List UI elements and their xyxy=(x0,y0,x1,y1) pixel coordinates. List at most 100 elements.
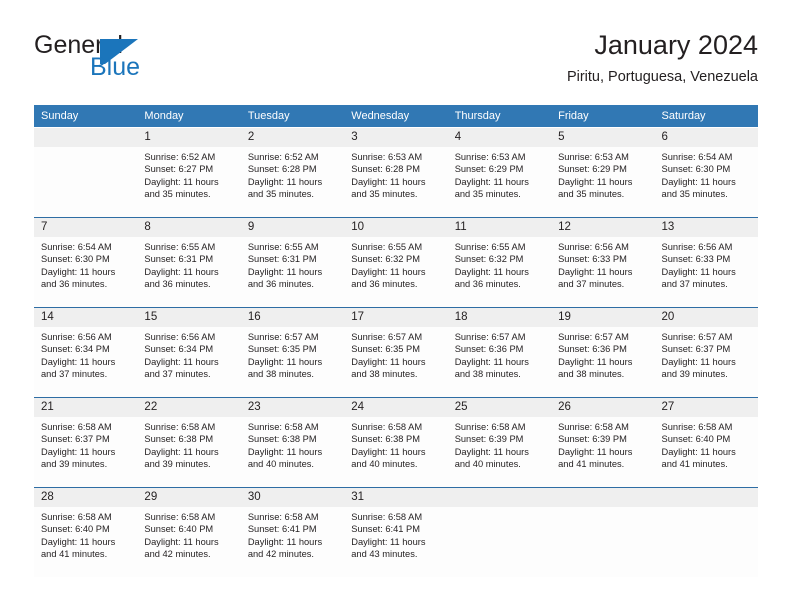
day-number[interactable]: 9 xyxy=(240,218,345,237)
day-cell[interactable]: Sunrise: 6:57 AM Sunset: 6:35 PM Daylight:… xyxy=(240,327,345,397)
day-number[interactable]: 30 xyxy=(240,488,345,507)
day-cell[interactable]: Sunrise: 6:55 AM Sunset: 6:31 PM Daylight:… xyxy=(240,237,345,307)
daylight-text-line2: and 40 minutes. xyxy=(351,459,418,470)
day-number[interactable]: 26 xyxy=(551,398,655,417)
day-cell[interactable]: Sunrise: 6:58 AM Sunset: 6:40 PM Daylight:… xyxy=(34,507,138,577)
day-number[interactable]: 18 xyxy=(447,308,552,327)
daylight-text-line2: and 38 minutes. xyxy=(351,369,418,380)
day-cell[interactable]: Sunrise: 6:55 AM Sunset: 6:31 PM Daylight:… xyxy=(137,237,241,307)
day-cell[interactable]: Sunrise: 6:54 AM Sunset: 6:30 PM Daylight:… xyxy=(654,147,758,217)
day-cell[interactable]: Sunrise: 6:58 AM Sunset: 6:40 PM Daylight:… xyxy=(137,507,241,577)
day-cell[interactable]: Sunrise: 6:53 AM Sunset: 6:29 PM Daylight:… xyxy=(551,147,655,217)
day-cell[interactable]: Sunrise: 6:53 AM Sunset: 6:29 PM Daylight:… xyxy=(447,147,552,217)
daylight-text-line1: Daylight: 11 hours xyxy=(144,356,219,367)
day-cell[interactable]: Sunrise: 6:56 AM Sunset: 6:33 PM Daylight:… xyxy=(551,237,655,307)
day-number[interactable]: 31 xyxy=(344,488,448,507)
sunrise-text: Sunrise: 6:58 AM xyxy=(41,512,112,522)
day-number[interactable]: 12 xyxy=(551,218,655,237)
day-cell[interactable]: Sunrise: 6:57 AM Sunset: 6:36 PM Daylight:… xyxy=(447,327,552,397)
page-subtitle: Piritu, Portuguesa, Venezuela xyxy=(566,69,758,85)
day-number[interactable]: 6 xyxy=(654,128,758,147)
day-number[interactable]: 29 xyxy=(137,488,241,507)
day-cell[interactable]: Sunrise: 6:55 AM Sunset: 6:32 PM Daylight:… xyxy=(447,237,552,307)
day-cell[interactable]: Sunrise: 6:56 AM Sunset: 6:34 PM Daylight:… xyxy=(137,327,241,397)
daylight-text-line2: and 39 minutes. xyxy=(661,369,728,380)
day-cell[interactable]: Sunrise: 6:53 AM Sunset: 6:28 PM Daylight:… xyxy=(344,147,448,217)
day-cell[interactable]: Sunrise: 6:57 AM Sunset: 6:36 PM Daylight:… xyxy=(551,327,655,397)
day-cell[interactable]: Sunrise: 6:58 AM Sunset: 6:38 PM Daylight:… xyxy=(240,417,345,487)
daylight-text-line2: and 35 minutes. xyxy=(351,189,418,200)
day-number[interactable]: 21 xyxy=(34,398,138,417)
sunrise-text: Sunrise: 6:57 AM xyxy=(247,332,319,342)
day-cell[interactable]: Sunrise: 6:57 AM Sunset: 6:35 PM Daylight:… xyxy=(344,327,448,397)
day-number[interactable]: 4 xyxy=(447,128,552,147)
day-number[interactable]: 11 xyxy=(447,218,552,237)
day-number[interactable]: 10 xyxy=(344,218,448,237)
day-cell[interactable]: Sunrise: 6:58 AM Sunset: 6:40 PM Daylight:… xyxy=(654,417,758,487)
sunset-text: Sunset: 6:38 PM xyxy=(247,434,317,445)
week-info-row: Sunrise: 6:56 AM Sunset: 6:34 PM Daylight:… xyxy=(34,327,758,397)
day-number[interactable]: 22 xyxy=(137,398,241,417)
day-number[interactable]: 3 xyxy=(344,128,448,147)
day-cell[interactable]: Sunrise: 6:58 AM Sunset: 6:41 PM Daylight:… xyxy=(240,507,345,577)
daylight-text-line2: and 35 minutes. xyxy=(247,189,314,200)
day-number[interactable]: 25 xyxy=(447,398,552,417)
daylight-text-line2: and 39 minutes. xyxy=(41,459,108,470)
daylight-text-line1: Daylight: 11 hours xyxy=(41,536,116,547)
day-number[interactable]: 27 xyxy=(654,398,758,417)
day-number[interactable]: 8 xyxy=(137,218,241,237)
day-number[interactable]: 17 xyxy=(344,308,448,327)
day-number[interactable]: 7 xyxy=(34,218,138,237)
day-cell[interactable]: Sunrise: 6:55 AM Sunset: 6:32 PM Daylight:… xyxy=(344,237,448,307)
weekday-header-sunday: Sunday xyxy=(34,105,138,127)
day-number[interactable]: 2 xyxy=(240,128,345,147)
weekday-header-saturday: Saturday xyxy=(654,105,758,127)
day-cell[interactable]: Sunrise: 6:52 AM Sunset: 6:27 PM Daylight:… xyxy=(137,147,241,217)
week-info-row: Sunrise: 6:58 AM Sunset: 6:37 PM Daylight:… xyxy=(34,417,758,487)
day-number[interactable]: 20 xyxy=(654,308,758,327)
weekday-header-thursday: Thursday xyxy=(447,105,552,127)
daylight-text-line1: Daylight: 11 hours xyxy=(41,356,116,367)
day-number[interactable]: 13 xyxy=(654,218,758,237)
day-cell[interactable]: Sunrise: 6:58 AM Sunset: 6:38 PM Daylight:… xyxy=(344,417,448,487)
sunset-text: Sunset: 6:39 PM xyxy=(558,434,627,445)
title-block: January 2024 Piritu, Portuguesa, Venezue… xyxy=(567,28,758,88)
day-number[interactable]: 14 xyxy=(34,308,138,327)
day-cell-empty xyxy=(654,507,758,577)
day-cell[interactable]: Sunrise: 6:56 AM Sunset: 6:33 PM Daylight:… xyxy=(654,237,758,307)
day-cell[interactable]: Sunrise: 6:58 AM Sunset: 6:39 PM Daylight:… xyxy=(551,417,655,487)
day-cell[interactable]: Sunrise: 6:58 AM Sunset: 6:38 PM Daylight:… xyxy=(137,417,241,487)
day-number[interactable]: 16 xyxy=(240,308,345,327)
day-cell[interactable]: Sunrise: 6:57 AM Sunset: 6:37 PM Daylight:… xyxy=(654,327,758,397)
weekday-header-monday: Monday xyxy=(137,105,241,127)
day-cell[interactable]: Sunrise: 6:58 AM Sunset: 6:39 PM Daylight:… xyxy=(447,417,552,487)
day-cell[interactable]: Sunrise: 6:56 AM Sunset: 6:34 PM Daylight:… xyxy=(34,327,138,397)
sunset-text: Sunset: 6:33 PM xyxy=(558,254,627,265)
week-daynumber-row: 21 22 23 24 25 26 27 xyxy=(34,398,758,417)
day-cell[interactable]: Sunrise: 6:58 AM Sunset: 6:41 PM Daylight:… xyxy=(344,507,448,577)
day-number[interactable]: 19 xyxy=(551,308,655,327)
sunrise-text: Sunrise: 6:58 AM xyxy=(41,422,112,432)
day-cell[interactable]: Sunrise: 6:52 AM Sunset: 6:28 PM Daylight:… xyxy=(240,147,345,217)
day-number[interactable]: 15 xyxy=(137,308,241,327)
sunset-text: Sunset: 6:28 PM xyxy=(247,164,317,175)
brand-logo[interactable]: General Blue xyxy=(34,32,274,90)
daylight-text-line1: Daylight: 11 hours xyxy=(661,176,736,187)
day-cell[interactable]: Sunrise: 6:58 AM Sunset: 6:37 PM Daylight:… xyxy=(34,417,138,487)
sunrise-sunset-calendar: Sunday Monday Tuesday Wednesday Thursday… xyxy=(34,105,758,584)
day-number[interactable]: 24 xyxy=(344,398,448,417)
day-cell[interactable]: Sunrise: 6:54 AM Sunset: 6:30 PM Daylight:… xyxy=(34,237,138,307)
sunrise-text: Sunrise: 6:55 AM xyxy=(351,242,423,252)
day-number[interactable]: 5 xyxy=(551,128,655,147)
sunrise-text: Sunrise: 6:58 AM xyxy=(247,422,319,432)
day-number[interactable]: 28 xyxy=(34,488,138,507)
day-number[interactable]: 1 xyxy=(137,128,241,147)
sunrise-text: Sunrise: 6:53 AM xyxy=(558,152,629,162)
daylight-text-line1: Daylight: 11 hours xyxy=(454,356,529,367)
daylight-text-line1: Daylight: 11 hours xyxy=(558,176,633,187)
daylight-text-line1: Daylight: 11 hours xyxy=(661,356,736,367)
daylight-text-line2: and 35 minutes. xyxy=(454,189,521,200)
sunset-text: Sunset: 6:40 PM xyxy=(661,434,731,445)
day-number[interactable]: 23 xyxy=(240,398,345,417)
weekday-header-tuesday: Tuesday xyxy=(240,105,345,127)
